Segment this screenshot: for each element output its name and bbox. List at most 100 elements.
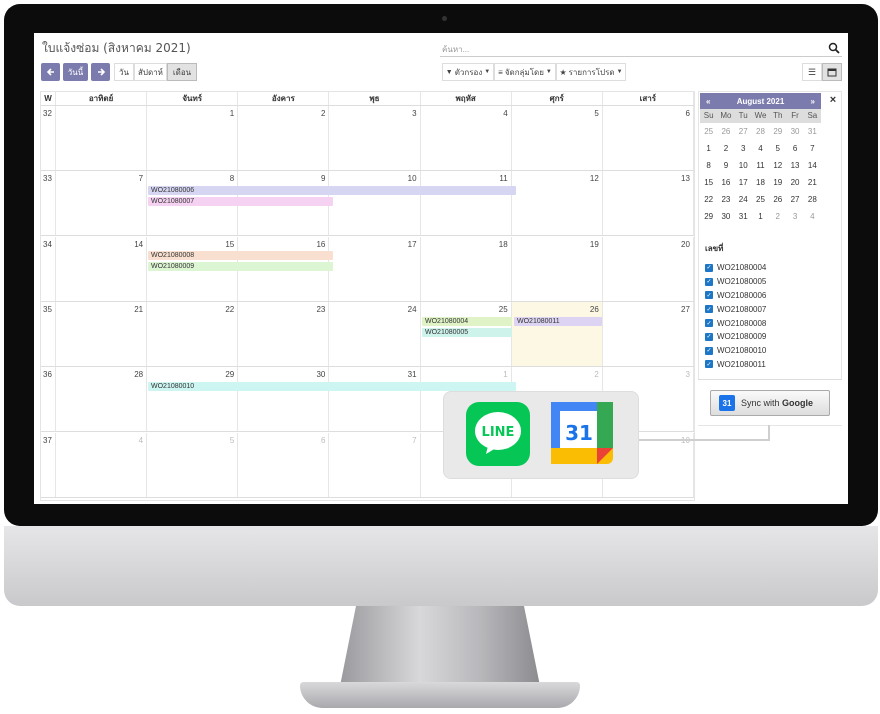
filter-item[interactable]: ✓ WO21080010 — [705, 344, 825, 358]
mini-day[interactable]: 1 — [752, 208, 769, 225]
calendar-day-cell[interactable]: 29 — [147, 367, 239, 432]
calendar-day-cell[interactable]: 7 — [56, 171, 148, 236]
mini-day[interactable]: 25 — [752, 191, 769, 208]
filter-item[interactable]: ✓ WO21080005 — [705, 275, 825, 289]
mini-day[interactable]: 29 — [769, 123, 786, 140]
calendar-day-cell[interactable]: 18 — [421, 236, 512, 301]
calendar-day-cell[interactable]: 10 — [329, 171, 421, 236]
mini-day[interactable]: 19 — [769, 174, 786, 191]
calendar-day-cell[interactable]: 21 — [56, 301, 148, 366]
mini-next-button[interactable]: » — [811, 97, 815, 106]
next-button[interactable] — [91, 63, 110, 81]
calendar-event[interactable]: WO21080006 — [148, 186, 516, 195]
mini-day[interactable]: 9 — [717, 157, 734, 174]
calendar-day-cell[interactable]: 31 — [329, 367, 421, 432]
mini-day[interactable]: 29 — [700, 208, 717, 225]
calendar-day-cell[interactable]: 1 — [147, 106, 239, 170]
calendar-day-cell[interactable]: 24 — [329, 301, 421, 366]
calendar-day-cell[interactable]: 19 — [512, 236, 603, 301]
mini-month-title[interactable]: August 2021 — [737, 97, 785, 106]
sync-google-button[interactable]: 31 Sync with Google — [710, 390, 830, 416]
calendar-view-button[interactable] — [822, 63, 842, 81]
checkbox-checked-icon[interactable]: ✓ — [705, 291, 713, 300]
mini-day[interactable]: 27 — [735, 123, 752, 140]
mini-prev-button[interactable]: « — [706, 97, 710, 106]
mini-day[interactable]: 2 — [769, 208, 786, 225]
calendar-day-cell[interactable]: 17 — [329, 236, 421, 301]
mini-day[interactable]: 23 — [717, 191, 734, 208]
view-month-button[interactable]: เดือน — [167, 63, 197, 81]
mini-day[interactable]: 30 — [786, 123, 803, 140]
calendar-event[interactable]: WO21080010 — [148, 382, 516, 391]
view-day-button[interactable]: วัน — [114, 63, 134, 81]
calendar-event[interactable]: WO21080007 — [148, 197, 333, 206]
calendar-event[interactable]: WO21080011 — [514, 317, 602, 326]
mini-day[interactable]: 27 — [786, 191, 803, 208]
mini-day[interactable]: 4 — [752, 140, 769, 157]
calendar-event[interactable]: WO21080005 — [422, 328, 512, 337]
mini-day[interactable]: 28 — [804, 191, 821, 208]
mini-day[interactable]: 3 — [786, 208, 803, 225]
groupby-dropdown[interactable]: ≡ จัดกลุ่มโดย ▼ — [494, 63, 556, 81]
checkbox-checked-icon[interactable]: ✓ — [705, 346, 713, 355]
checkbox-checked-icon[interactable]: ✓ — [705, 319, 713, 328]
filter-item[interactable]: ✓ WO21080011 — [705, 358, 825, 372]
calendar-day-cell[interactable]: 23 — [238, 301, 330, 366]
search-input[interactable]: ค้นหา... — [440, 40, 842, 57]
mini-day[interactable]: 22 — [700, 191, 717, 208]
search-icon[interactable] — [828, 42, 840, 54]
mini-day[interactable]: 28 — [752, 123, 769, 140]
filter-item[interactable]: ✓ WO21080006 — [705, 289, 825, 303]
mini-day[interactable]: 21 — [804, 174, 821, 191]
calendar-day-cell[interactable]: 20 — [603, 236, 694, 301]
mini-day[interactable]: 31 — [735, 208, 752, 225]
mini-day[interactable]: 20 — [786, 174, 803, 191]
mini-day[interactable]: 11 — [752, 157, 769, 174]
calendar-day-cell[interactable]: 22 — [147, 301, 239, 366]
calendar-day-cell[interactable]: 6 — [603, 106, 694, 170]
calendar-day-cell[interactable]: 30 — [238, 367, 330, 432]
mini-day[interactable]: 30 — [717, 208, 734, 225]
mini-day[interactable]: 4 — [804, 208, 821, 225]
filter-item[interactable]: ✓ WO21080009 — [705, 330, 825, 344]
calendar-day-cell[interactable]: 11 — [421, 171, 512, 236]
calendar-day-cell[interactable] — [56, 106, 148, 170]
mini-day[interactable]: 18 — [752, 174, 769, 191]
calendar-event[interactable]: WO21080009 — [148, 262, 333, 271]
checkbox-checked-icon[interactable]: ✓ — [705, 277, 713, 286]
mini-day[interactable]: 13 — [786, 157, 803, 174]
mini-day[interactable]: 1 — [700, 140, 717, 157]
mini-day[interactable]: 8 — [700, 157, 717, 174]
calendar-day-cell[interactable]: 28 — [56, 367, 148, 432]
view-week-button[interactable]: สัปดาห์ — [134, 63, 167, 81]
mini-day[interactable]: 10 — [735, 157, 752, 174]
calendar-day-cell[interactable]: 5 — [512, 106, 603, 170]
calendar-day-cell[interactable]: 26 — [511, 301, 603, 366]
mini-day[interactable]: 17 — [735, 174, 752, 191]
checkbox-checked-icon[interactable]: ✓ — [705, 332, 713, 341]
mini-day[interactable]: 2 — [717, 140, 734, 157]
mini-day[interactable]: 3 — [735, 140, 752, 157]
calendar-day-cell[interactable]: 27 — [603, 301, 694, 366]
mini-day[interactable]: 12 — [769, 157, 786, 174]
filter-item[interactable]: ✓ WO21080008 — [705, 316, 825, 330]
close-icon[interactable]: × — [827, 94, 839, 106]
calendar-day-cell[interactable]: 4 — [421, 106, 512, 170]
filter-item[interactable]: ✓ WO21080007 — [705, 302, 825, 316]
mini-day[interactable]: 26 — [769, 191, 786, 208]
calendar-day-cell[interactable]: 7 — [329, 432, 421, 497]
calendar-day-cell[interactable]: 5 — [147, 432, 239, 497]
filter-item[interactable]: ✓ WO21080004 — [705, 261, 825, 275]
mini-day[interactable]: 16 — [717, 174, 734, 191]
mini-day[interactable]: 15 — [700, 174, 717, 191]
calendar-event[interactable]: WO21080008 — [148, 251, 333, 260]
today-button[interactable]: วันนี้ — [63, 63, 88, 81]
mini-day[interactable]: 14 — [804, 157, 821, 174]
calendar-day-cell[interactable]: 3 — [329, 106, 421, 170]
calendar-day-cell[interactable]: 6 — [238, 432, 330, 497]
calendar-day-cell[interactable]: 2 — [238, 106, 330, 170]
calendar-day-cell[interactable]: 12 — [512, 171, 603, 236]
mini-day[interactable]: 25 — [700, 123, 717, 140]
calendar-day-cell[interactable]: 13 — [603, 171, 694, 236]
mini-day[interactable]: 5 — [769, 140, 786, 157]
